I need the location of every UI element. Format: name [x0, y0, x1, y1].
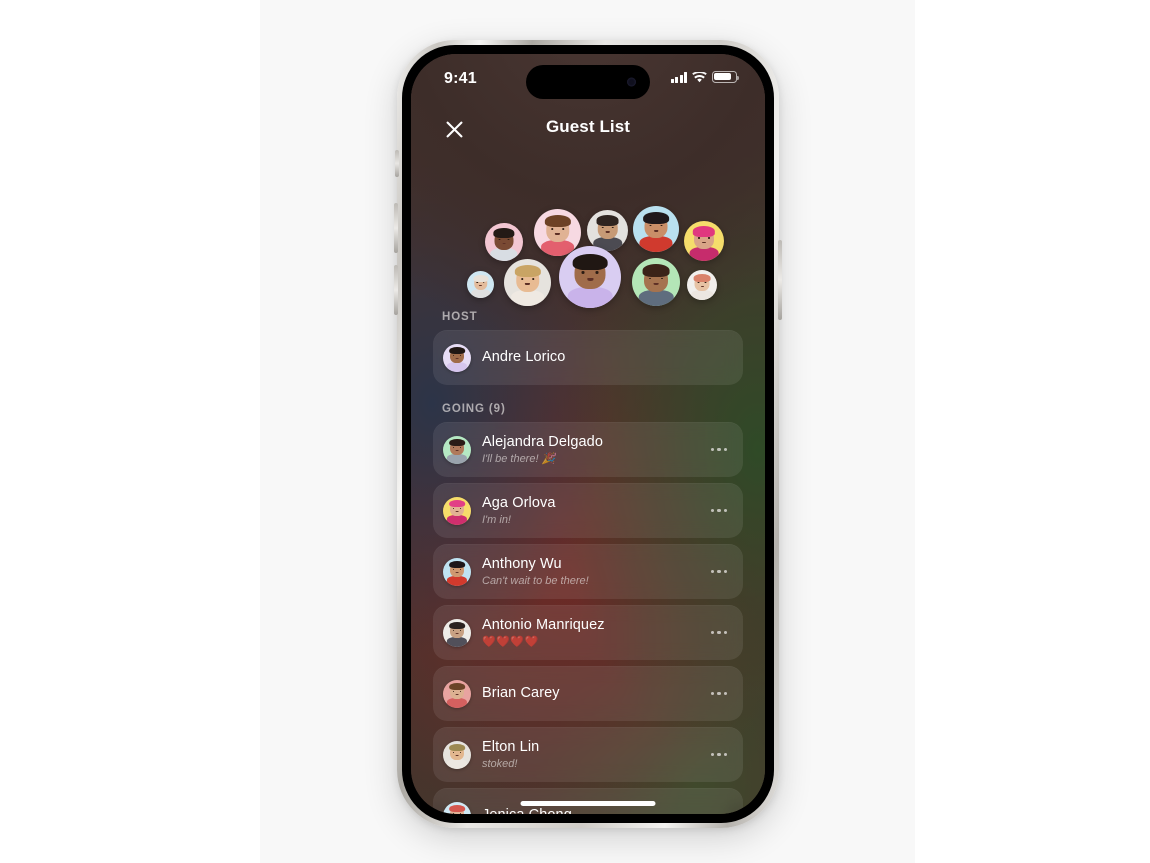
avatar	[443, 618, 471, 647]
memoji-illustration	[587, 210, 628, 251]
avatar	[443, 801, 471, 814]
cellular-bars-icon	[670, 72, 687, 83]
phone-device-frame: 9:41 Guest List HOST Andre Lorico GOING …	[394, 40, 782, 828]
memoji-illustration	[443, 343, 471, 372]
guest-name: Aga Orlova	[482, 494, 556, 511]
guest-text: Anthony Wu Can't wait to be there!	[482, 555, 709, 589]
battery-icon	[712, 71, 740, 83]
host-section-label: HOST	[442, 311, 478, 323]
cluster-avatar-9[interactable]	[632, 258, 680, 306]
memoji-illustration	[467, 271, 494, 298]
guest-name: Antonio Manriquez	[482, 616, 605, 633]
cluster-avatar-10[interactable]	[687, 270, 717, 300]
volume-up-button[interactable]	[394, 203, 398, 253]
guest-row[interactable]: Antonio Manriquez ❤️❤️❤️❤️	[433, 605, 743, 660]
memoji-illustration	[443, 435, 471, 464]
memoji-illustration	[504, 259, 551, 306]
host-name: Andre Lorico	[482, 349, 566, 366]
memoji-illustration	[485, 223, 523, 261]
volume-down-button[interactable]	[394, 265, 398, 315]
status-bar: 9:41	[411, 54, 765, 106]
avatar	[443, 679, 471, 708]
cluster-avatar-3[interactable]	[587, 210, 628, 251]
dynamic-island	[526, 65, 650, 99]
cluster-avatar-7[interactable]	[504, 259, 551, 306]
guest-text: Brian Carey	[482, 684, 709, 702]
status-indicators	[670, 71, 740, 83]
attendee-avatar-cluster	[411, 166, 765, 308]
wifi-icon	[692, 72, 707, 83]
silent-switch-button[interactable]	[395, 150, 399, 177]
guest-name: Brian Carey	[482, 685, 560, 702]
navigation-bar: Guest List	[411, 112, 765, 152]
cluster-avatar-8[interactable]	[559, 246, 621, 308]
guest-text: Aga Orlova I'm in!	[482, 494, 709, 528]
guest-name: Alejandra Delgado	[482, 433, 604, 450]
status-time: 9:41	[444, 70, 477, 87]
avatar	[443, 435, 471, 464]
cluster-avatar-6[interactable]	[467, 271, 494, 298]
cluster-avatar-4[interactable]	[633, 206, 679, 252]
guest-list-scroll[interactable]: HOST Andre Lorico GOING (9) Alejandra De…	[411, 301, 765, 814]
phone-bezel: 9:41 Guest List HOST Andre Lorico GOING …	[402, 45, 774, 823]
guest-row[interactable]: Elton Lin stoked!	[433, 727, 743, 782]
guest-rsvp-message: stoked!	[482, 757, 518, 770]
cluster-avatar-1[interactable]	[485, 223, 523, 261]
memoji-illustration	[632, 258, 680, 306]
avatar	[443, 343, 471, 372]
guest-rsvp-message: Can't wait to be there!	[482, 574, 589, 587]
host-row[interactable]: Andre Lorico	[433, 330, 743, 385]
memoji-illustration	[684, 221, 724, 261]
cluster-avatar-5[interactable]	[684, 221, 724, 261]
more-options-icon[interactable]	[709, 745, 729, 764]
guest-text: Alejandra Delgado I'll be there! 🎉	[482, 433, 709, 467]
avatar	[443, 557, 471, 586]
more-options-icon[interactable]	[709, 806, 729, 814]
memoji-illustration	[443, 801, 471, 814]
front-camera-icon	[627, 77, 636, 87]
guest-name: Jenica Chong	[482, 806, 709, 814]
more-options-icon[interactable]	[709, 562, 729, 581]
memoji-illustration	[443, 618, 471, 647]
phone-screen: 9:41 Guest List HOST Andre Lorico GOING …	[411, 54, 765, 814]
memoji-illustration	[443, 496, 471, 525]
guest-rsvp-message: I'll be there! 🎉	[482, 452, 556, 465]
memoji-illustration	[443, 740, 471, 769]
guest-row[interactable]: Anthony Wu Can't wait to be there!	[433, 544, 743, 599]
avatar	[443, 496, 471, 525]
guest-text: Elton Lin stoked!	[482, 738, 709, 772]
guest-row[interactable]: Aga Orlova I'm in!	[433, 483, 743, 538]
guest-rows: Alejandra Delgado I'll be there! 🎉 Aga Orl…	[433, 422, 743, 814]
memoji-illustration	[443, 557, 471, 586]
guest-row[interactable]: Brian Carey	[433, 666, 743, 721]
memoji-illustration	[443, 679, 471, 708]
more-options-icon[interactable]	[709, 440, 729, 459]
memoji-illustration	[633, 206, 679, 252]
guest-text: Jenica Chong	[482, 806, 709, 814]
guest-text: Antonio Manriquez ❤️❤️❤️❤️	[482, 616, 709, 650]
more-options-icon[interactable]	[709, 623, 729, 642]
memoji-illustration	[687, 270, 717, 300]
home-indicator[interactable]	[520, 801, 656, 806]
power-button[interactable]	[778, 240, 782, 320]
guest-row[interactable]: Alejandra Delgado I'll be there! 🎉	[433, 422, 743, 477]
more-options-icon[interactable]	[709, 501, 729, 520]
guest-rsvp-message: ❤️❤️❤️❤️	[482, 635, 539, 648]
avatar	[443, 740, 471, 769]
going-section-label: GOING (9)	[442, 403, 506, 415]
page-title: Guest List	[545, 117, 631, 136]
guest-name: Elton Lin	[482, 738, 540, 755]
more-options-icon[interactable]	[709, 684, 729, 703]
guest-name: Anthony Wu	[482, 555, 562, 572]
guest-rsvp-message: I'm in!	[482, 513, 511, 526]
host-text: Andre Lorico	[482, 348, 729, 366]
memoji-illustration	[559, 246, 621, 308]
